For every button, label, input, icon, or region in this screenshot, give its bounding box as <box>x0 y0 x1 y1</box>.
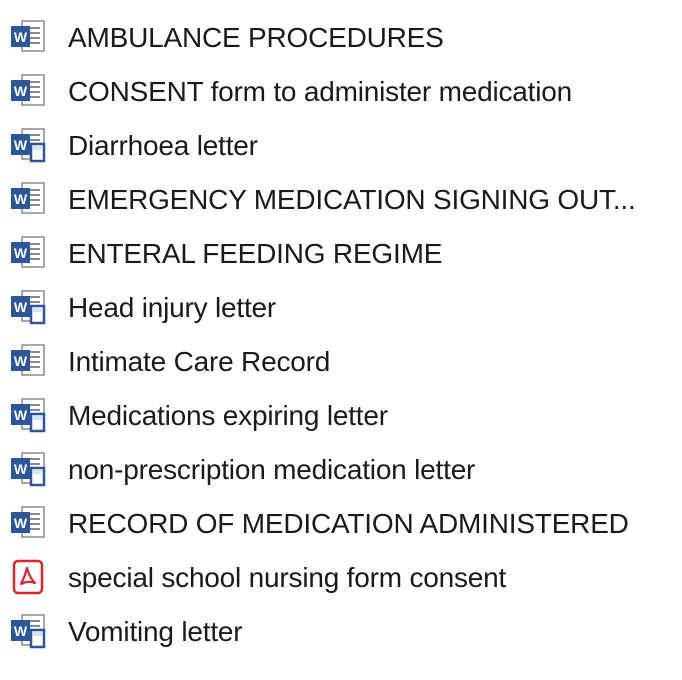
word-compatibility-document-icon: W <box>10 289 46 325</box>
word-document-icon: W <box>10 19 46 55</box>
file-item[interactable]: W Vomiting letter <box>0 604 682 658</box>
word-compatibility-document-icon: W <box>10 613 46 649</box>
file-item[interactable]: W CONSENT form to administer medication <box>0 64 682 118</box>
file-name: CONSENT form to administer medication <box>68 76 573 107</box>
svg-text:W: W <box>14 83 28 99</box>
file-item[interactable]: W non-prescription medication letter <box>0 442 682 496</box>
file-name: RECORD OF MEDICATION ADMINISTERED <box>68 508 629 539</box>
file-name: ENTERAL FEEDING REGIME <box>68 238 443 269</box>
file-name: special school nursing form consent <box>68 562 507 593</box>
word-document-icon: W <box>10 505 46 541</box>
svg-text:W: W <box>14 353 28 369</box>
file-list: W AMBULANCE PROCEDURES W CONSENT form to… <box>0 10 682 658</box>
word-compatibility-document-icon: W <box>10 451 46 487</box>
svg-text:W: W <box>14 191 28 207</box>
file-name: Intimate Care Record <box>68 346 331 377</box>
word-document-icon: W <box>10 181 46 217</box>
word-compatibility-document-icon: W <box>10 397 46 433</box>
word-document-icon: W <box>10 235 46 271</box>
file-name: non-prescription medication letter <box>68 454 476 485</box>
svg-text:W: W <box>14 623 28 639</box>
svg-text:W: W <box>14 461 28 477</box>
svg-text:W: W <box>14 137 28 153</box>
file-name: Diarrhoea letter <box>68 130 258 161</box>
file-item[interactable]: W ENTERAL FEEDING REGIME <box>0 226 682 280</box>
file-name: EMERGENCY MEDICATION SIGNING OUT... <box>68 184 636 215</box>
svg-text:W: W <box>14 29 28 45</box>
file-name: Head injury letter <box>68 292 277 323</box>
file-item[interactable]: W Head injury letter <box>0 280 682 334</box>
svg-text:W: W <box>14 245 28 261</box>
file-item[interactable]: W Medications expiring letter <box>0 388 682 442</box>
svg-text:W: W <box>14 407 28 423</box>
pdf-document-icon <box>10 559 46 595</box>
word-compatibility-document-icon: W <box>10 127 46 163</box>
file-item[interactable]: W RECORD OF MEDICATION ADMINISTERED <box>0 496 682 550</box>
word-document-icon: W <box>10 343 46 379</box>
file-name: AMBULANCE PROCEDURES <box>68 22 444 53</box>
svg-text:W: W <box>14 299 28 315</box>
svg-text:W: W <box>14 515 28 531</box>
file-name: Vomiting letter <box>68 616 243 647</box>
file-item[interactable]: W EMERGENCY MEDICATION SIGNING OUT... <box>0 172 682 226</box>
file-item[interactable]: W Diarrhoea letter <box>0 118 682 172</box>
word-document-icon: W <box>10 73 46 109</box>
file-item[interactable]: special school nursing form consent <box>0 550 682 604</box>
file-item[interactable]: W AMBULANCE PROCEDURES <box>0 10 682 64</box>
file-item[interactable]: W Intimate Care Record <box>0 334 682 388</box>
file-name: Medications expiring letter <box>68 400 388 431</box>
